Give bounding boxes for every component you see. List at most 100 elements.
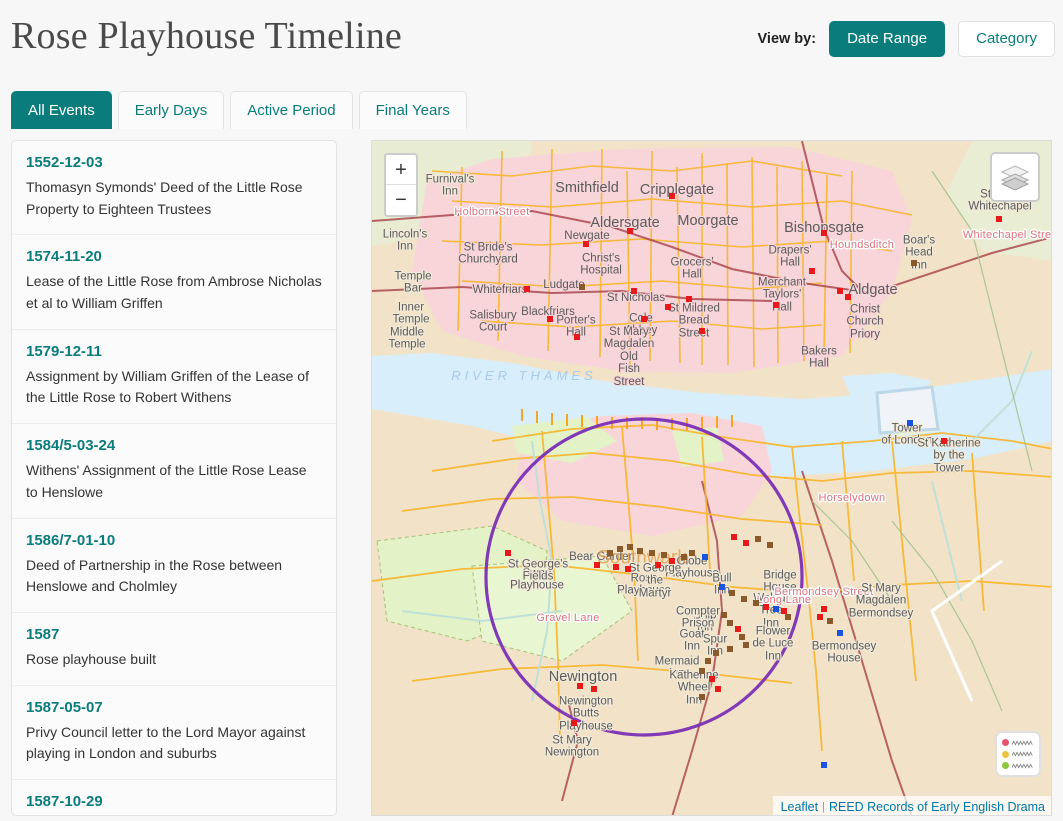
map-marker[interactable] bbox=[809, 268, 815, 274]
map-marker[interactable] bbox=[743, 642, 749, 648]
leaflet-map[interactable]: Furnival's Inn Lincoln's Inn Smithfield Cri… bbox=[371, 140, 1052, 816]
map-marker[interactable] bbox=[547, 316, 553, 322]
map-marker[interactable] bbox=[689, 550, 695, 556]
legend-label-squiggle bbox=[1012, 751, 1033, 757]
map-marker[interactable] bbox=[763, 604, 769, 610]
legend-color-dot bbox=[1002, 762, 1009, 769]
map-legend-row[interactable] bbox=[1002, 762, 1034, 769]
map-marker[interactable] bbox=[837, 630, 843, 636]
map-marker[interactable] bbox=[699, 668, 705, 674]
map-marker[interactable] bbox=[669, 558, 675, 564]
zoom-out-button[interactable]: − bbox=[386, 185, 416, 215]
map-marker[interactable] bbox=[817, 614, 823, 620]
map-legend-row[interactable] bbox=[1002, 739, 1034, 746]
map-marker[interactable] bbox=[837, 288, 843, 294]
tab-early-days[interactable]: Early Days bbox=[117, 91, 225, 129]
zoom-in-button[interactable]: + bbox=[386, 155, 416, 185]
map-marker[interactable] bbox=[681, 554, 687, 560]
map-marker[interactable] bbox=[641, 316, 647, 322]
map-marker[interactable] bbox=[821, 762, 827, 768]
map-marker[interactable] bbox=[661, 552, 667, 558]
map-marker[interactable] bbox=[743, 540, 749, 546]
timeline-event-item[interactable]: 1587 Rose playhouse built bbox=[12, 613, 336, 686]
map-marker[interactable] bbox=[709, 676, 715, 682]
map-legend-control[interactable] bbox=[995, 731, 1041, 777]
map-marker[interactable] bbox=[577, 683, 583, 689]
map-marker[interactable] bbox=[699, 694, 705, 700]
map-marker[interactable] bbox=[729, 590, 735, 596]
timeline-event-item[interactable]: 1579-12-11 Assignment by William Griffen … bbox=[12, 330, 336, 425]
map-marker[interactable] bbox=[731, 534, 737, 540]
map-marker[interactable] bbox=[721, 612, 727, 618]
map-marker[interactable] bbox=[702, 554, 708, 560]
map-marker[interactable] bbox=[627, 544, 633, 550]
map-marker[interactable] bbox=[649, 550, 655, 556]
view-by-date-range-button[interactable]: Date Range bbox=[829, 21, 946, 57]
map-marker[interactable] bbox=[785, 614, 791, 620]
map-marker[interactable] bbox=[767, 542, 773, 548]
map-marker[interactable] bbox=[505, 550, 511, 556]
timeline-event-description: Thomasyn Symonds' Deed of the Little Ros… bbox=[26, 179, 303, 217]
view-by-category-button[interactable]: Category bbox=[958, 21, 1055, 57]
map-marker[interactable] bbox=[727, 620, 733, 626]
timeline-event-item[interactable]: 1586/7-01-10 Deed of Partnership in the R… bbox=[12, 519, 336, 613]
map-marker[interactable] bbox=[583, 241, 589, 247]
map-marker[interactable] bbox=[727, 646, 733, 652]
leaflet-link[interactable]: Leaflet bbox=[781, 800, 819, 814]
reed-source-link[interactable]: REED Records of Early English Drama bbox=[829, 800, 1045, 814]
map-marker[interactable] bbox=[773, 606, 779, 612]
timeline-event-item[interactable]: 1552-12-03 Thomasyn Symonds' Deed of the … bbox=[12, 141, 336, 236]
map-marker[interactable] bbox=[669, 193, 675, 199]
map-marker[interactable] bbox=[574, 334, 580, 340]
timeline-event-item[interactable]: 1587-10-29 bbox=[12, 780, 336, 815]
layers-stack-icon bbox=[1000, 165, 1030, 191]
map-marker[interactable] bbox=[613, 564, 619, 570]
map-marker[interactable] bbox=[845, 294, 851, 300]
map-marker[interactable] bbox=[996, 216, 1002, 222]
map-marker[interactable] bbox=[773, 302, 779, 308]
map-marker[interactable] bbox=[739, 634, 745, 640]
map-legend-row[interactable] bbox=[1002, 750, 1034, 758]
timeline-event-description: Withens' Assignment of the Little Rose L… bbox=[26, 462, 307, 500]
map-marker[interactable] bbox=[607, 550, 613, 556]
map-marker[interactable] bbox=[713, 650, 719, 656]
map-layers-control[interactable] bbox=[990, 152, 1040, 202]
tab-final-years[interactable]: Final Years bbox=[358, 91, 467, 129]
timeline-event-item[interactable]: 1574-11-20 Lease of the Little Rose from … bbox=[12, 235, 336, 330]
tab-active-period[interactable]: Active Period bbox=[230, 91, 353, 129]
tab-all-events[interactable]: All Events bbox=[11, 91, 112, 129]
map-marker[interactable] bbox=[571, 720, 577, 726]
map-marker[interactable] bbox=[753, 600, 759, 606]
map-marker[interactable] bbox=[911, 260, 917, 266]
map-marker[interactable] bbox=[735, 626, 741, 632]
map-marker[interactable] bbox=[637, 548, 643, 554]
map-marker[interactable] bbox=[907, 420, 913, 426]
map-marker[interactable] bbox=[719, 584, 725, 590]
map-marker[interactable] bbox=[579, 284, 585, 290]
map-marker[interactable] bbox=[617, 546, 623, 552]
map-marker[interactable] bbox=[699, 328, 705, 334]
timeline-event-item[interactable]: 1587-05-07 Privy Council letter to the Lo… bbox=[12, 686, 336, 780]
map-marker[interactable] bbox=[827, 618, 833, 624]
map-marker[interactable] bbox=[655, 562, 661, 568]
map-marker[interactable] bbox=[821, 230, 827, 236]
map-marker[interactable] bbox=[715, 686, 721, 692]
map-marker[interactable] bbox=[625, 566, 631, 572]
timeline-event-description: Deed of Partnership in the Rose between … bbox=[26, 556, 283, 595]
timeline-event-date: 1579-12-11 bbox=[26, 342, 102, 360]
map-marker[interactable] bbox=[594, 562, 600, 568]
map-marker[interactable] bbox=[741, 596, 747, 602]
map-marker[interactable] bbox=[941, 438, 947, 444]
map-marker[interactable] bbox=[686, 296, 692, 302]
map-marker[interactable] bbox=[705, 658, 711, 664]
timeline-event-item[interactable]: 1584/5-03-24 Withens' Assignment of the L… bbox=[12, 424, 336, 519]
map-marker[interactable] bbox=[665, 304, 671, 310]
map-marker[interactable] bbox=[524, 286, 530, 292]
map-zoom-control[interactable]: + − bbox=[384, 153, 418, 217]
map-marker[interactable] bbox=[627, 228, 633, 234]
timeline-event-list[interactable]: 1552-12-03 Thomasyn Symonds' Deed of the … bbox=[11, 140, 337, 816]
map-marker[interactable] bbox=[591, 686, 597, 692]
map-marker[interactable] bbox=[631, 288, 637, 294]
map-marker[interactable] bbox=[755, 536, 761, 542]
map-marker[interactable] bbox=[821, 606, 827, 612]
